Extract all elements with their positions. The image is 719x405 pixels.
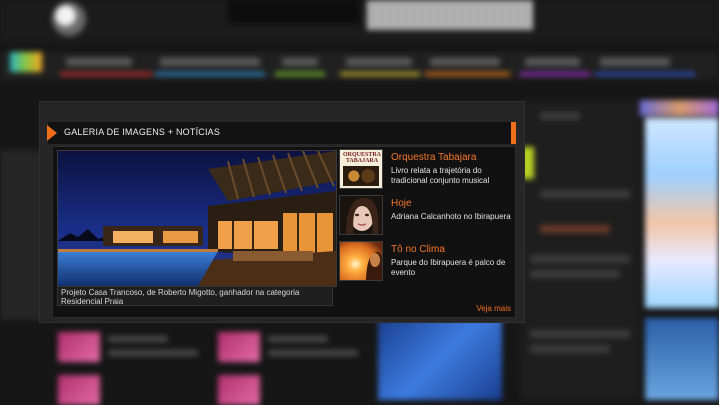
news-thumbnail[interactable]: [339, 195, 383, 235]
book-cover-art: [343, 166, 379, 186]
bg-nav-underline: [340, 72, 420, 76]
bg-text-line: [540, 112, 580, 120]
bg-banner-ad-grey: [367, 0, 533, 30]
bg-text-line: [530, 330, 630, 338]
news-title[interactable]: Orquestra Tabajara: [391, 152, 476, 163]
bg-banner-ad: [228, 0, 360, 24]
bg-thumb: [58, 375, 100, 405]
news-title[interactable]: Hoje: [391, 198, 412, 209]
gallery-modal: GALERIA DE IMAGENS + NOTÍCIAS Projeto Ca…: [40, 102, 524, 322]
bg-text-line: [108, 350, 198, 356]
bg-nav-item: [600, 58, 670, 66]
gallery-content: Projeto Casa Trancoso, de Roberto Migott…: [52, 146, 516, 318]
featured-caption[interactable]: Projeto Casa Trancoso, de Roberto Migott…: [57, 286, 333, 306]
bg-nav-item: [66, 58, 132, 66]
bg-nav-item: [346, 58, 412, 66]
site-logo-icon: [52, 2, 86, 36]
bg-nav-item: [282, 58, 318, 66]
news-thumbnail[interactable]: ORQUESTRA TABAJARA: [339, 149, 383, 189]
sunset-woman-image: [340, 242, 382, 280]
bg-side-ad: [645, 118, 719, 308]
gallery-header: GALERIA DE IMAGENS + NOTÍCIAS: [47, 122, 516, 144]
bg-nav-item: [430, 58, 500, 66]
bg-side-ad: [645, 318, 719, 400]
news-title[interactable]: Tô no Clima: [391, 244, 445, 255]
bg-nav-underline: [595, 72, 695, 76]
bg-text-line: [530, 255, 630, 263]
bg-text-line: [540, 190, 630, 198]
bg-nav-item: [160, 58, 260, 66]
bg-nav-underline: [155, 72, 265, 76]
news-item[interactable]: Hoje Adriana Calcanhoto no Ibirapuera: [339, 195, 515, 239]
header-accent-bar: [511, 122, 516, 144]
news-item[interactable]: ORQUESTRA TABAJARA Orquestra Tabajara Li…: [339, 149, 515, 193]
house-night-photo: [58, 151, 336, 286]
bg-text-line: [540, 225, 610, 233]
bg-thumb: [58, 332, 100, 362]
news-thumbnail[interactable]: [339, 241, 383, 281]
news-description: Livro relata a trajetória do tradicional…: [391, 166, 490, 185]
bg-thumb: [218, 375, 260, 405]
bg-thumbnails: [640, 100, 719, 116]
bg-thumb: [218, 332, 260, 362]
book-cover-image: ORQUESTRA TABAJARA: [340, 150, 382, 188]
bg-bottom-banner: [378, 318, 502, 400]
see-more-link[interactable]: Veja mais: [476, 304, 511, 313]
bg-text-line: [530, 270, 620, 278]
bg-text-line: [268, 350, 358, 356]
bg-nav-underline: [60, 72, 152, 76]
news-description: Adriana Calcanhoto no Ibirapuera: [391, 212, 511, 221]
news-item[interactable]: Tô no Clima Parque do Ibirapuera é palco…: [339, 241, 515, 285]
bg-nav-underline: [275, 72, 325, 76]
bg-right-panel: [520, 100, 640, 400]
bg-text-line: [530, 345, 610, 353]
singer-portrait-image: [340, 196, 382, 234]
arrow-right-icon: [47, 125, 57, 141]
bg-text-line: [108, 336, 168, 342]
bg-nav-underline: [425, 72, 510, 76]
bg-nav-item: [525, 58, 580, 66]
bg-nav-color-icon: [10, 52, 42, 72]
featured-image[interactable]: [57, 150, 337, 287]
book-cover-title: ORQUESTRA TABAJARA: [343, 152, 382, 164]
gallery-title: GALERIA DE IMAGENS + NOTÍCIAS: [64, 127, 221, 137]
bg-text-line: [268, 336, 328, 342]
bg-nav-underline: [520, 72, 590, 76]
news-description: Parque do Ibirapuera é palco de evento: [391, 258, 506, 277]
